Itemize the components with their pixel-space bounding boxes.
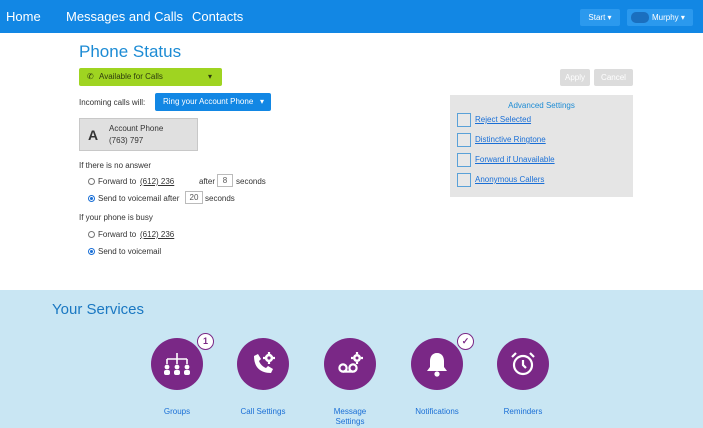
user-menu-button[interactable]: Murphy ▾ [627, 9, 693, 26]
nav-messages-link[interactable]: Messages and Calls [66, 9, 183, 24]
voicemail-settings-icon [338, 352, 363, 373]
account-number: (763) 797 [109, 136, 144, 145]
busy-forward-text: Forward to [98, 230, 137, 239]
advanced-item-label[interactable]: Anonymous Callers [475, 175, 544, 184]
status-value: Available for Calls [99, 72, 163, 81]
nav-contacts-link[interactable]: Contacts [192, 9, 243, 24]
no-answer-voicemail-radio[interactable] [88, 195, 95, 202]
checkbox[interactable] [457, 113, 471, 127]
reminders-button[interactable] [497, 338, 549, 390]
services-title: Your Services [52, 301, 144, 318]
cancel-button[interactable]: Cancel [594, 69, 633, 86]
advanced-settings-panel: Advanced Settings Reject Selected Distin… [450, 95, 633, 197]
no-answer-voicemail-text: Send to voicemail after [98, 194, 180, 203]
busy-voicemail-text: Send to voicemail [98, 247, 162, 256]
seconds-label: seconds [205, 194, 235, 203]
notifications-check-badge: ✓ [457, 333, 474, 350]
busy-forward-radio[interactable] [88, 231, 95, 238]
after-label: after [199, 177, 216, 186]
busy-label: If your phone is busy [79, 213, 153, 222]
advanced-settings-title: Advanced Settings [508, 101, 575, 110]
alarm-clock-icon [511, 352, 535, 376]
advanced-item-label[interactable]: Reject Selected [475, 115, 531, 124]
avatar [631, 12, 649, 23]
bell-icon [427, 353, 447, 377]
account-phone-card[interactable]: A Account Phone (763) 797 [79, 118, 198, 151]
ring-value: Ring your Account Phone [163, 97, 254, 106]
voicemail-seconds-input[interactable]: 20 [185, 191, 203, 204]
caret-down-icon: ▾ [207, 72, 212, 81]
apply-button[interactable]: Apply [560, 69, 590, 86]
user-name: Murphy ▾ [652, 13, 685, 22]
reminders-label[interactable]: Reminders [488, 407, 558, 417]
services-section: Your Services 1 Groups Call Settings Mes… [0, 290, 703, 428]
no-answer-forward-text: Forward to [98, 177, 137, 186]
message-settings-label[interactable]: Message Settings [315, 407, 385, 427]
top-nav-bar: Home Messages and Calls Contacts Start ▾… [0, 0, 703, 33]
no-answer-forward-number[interactable]: (612) 236 [140, 177, 174, 186]
groups-icon [164, 353, 190, 375]
call-settings-button[interactable] [237, 338, 289, 390]
no-answer-label: If there is no answer [79, 161, 152, 170]
busy-forward-number[interactable]: (612) 236 [140, 230, 174, 239]
caret-down-icon: ▾ [259, 97, 264, 106]
advanced-item-label[interactable]: Forward if Unavailable [475, 155, 555, 164]
groups-button[interactable] [151, 338, 203, 390]
nav-home-link[interactable]: Home [6, 9, 41, 24]
no-answer-forward-radio[interactable] [88, 178, 95, 185]
call-settings-label[interactable]: Call Settings [228, 407, 298, 417]
forward-seconds-input[interactable]: 8 [217, 174, 233, 187]
seconds-label: seconds [236, 177, 266, 186]
advanced-item-label[interactable]: Distinctive Ringtone [475, 135, 546, 144]
groups-count-badge: 1 [197, 333, 214, 350]
notifications-label[interactable]: Notifications [402, 407, 472, 417]
start-button[interactable]: Start ▾ [580, 9, 620, 26]
status-dropdown[interactable]: ✆ Available for Calls ▾ [79, 68, 222, 86]
checkbox[interactable] [457, 153, 471, 167]
incoming-calls-label: Incoming calls will: [79, 98, 146, 107]
page-title: Phone Status [79, 42, 182, 61]
notifications-button[interactable] [411, 338, 463, 390]
groups-label[interactable]: Groups [142, 407, 212, 417]
phone-icon: ✆ [87, 72, 94, 81]
ring-dropdown[interactable]: Ring your Account Phone ▾ [155, 93, 271, 111]
checkbox[interactable] [457, 173, 471, 187]
checkbox[interactable] [457, 133, 471, 147]
call-settings-icon [254, 352, 275, 373]
message-settings-button[interactable] [324, 338, 376, 390]
busy-voicemail-radio[interactable] [88, 248, 95, 255]
account-letter: A [88, 127, 99, 143]
account-name: Account Phone [109, 124, 164, 133]
